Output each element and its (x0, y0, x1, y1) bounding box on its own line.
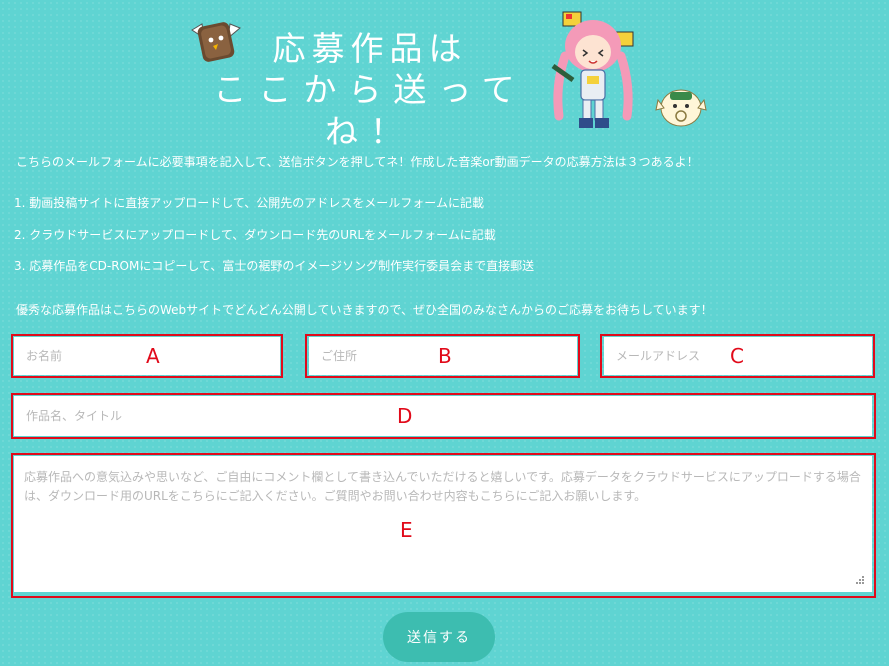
submit-button[interactable]: 送信する (383, 612, 495, 662)
intro-section: こちらのメールフォームに必要事項を記入して、送信ボタンを押してネ！作成した音楽o… (16, 155, 876, 171)
page-title-line2: ここから送ってね！ (213, 70, 527, 151)
owl-mascot-icon (655, 89, 707, 127)
callout-box-e (11, 453, 876, 598)
intro-lead: こちらのメールフォームに必要事項を記入して、送信ボタンを押してネ！作成した音楽o… (16, 155, 699, 169)
callout-box-a (11, 334, 283, 378)
list-item: 2. クラウドサービスにアップロードして、ダウンロード先のURLをメールフォーム… (14, 228, 496, 242)
intro-closing: 優秀な応募作品はこちらのWebサイトでどんどん公開していきますので、ぜひ全国のみ… (16, 303, 713, 317)
hero-header: 応募作品は ここから送ってね！ (0, 0, 889, 152)
callout-box-d (11, 393, 876, 439)
list-item: 3. 応募作品をCD-ROMにコピーして、富士の裾野のイメージソング制作実行委員… (14, 259, 535, 273)
list-item: 1. 動画投稿サイトに直接アップロードして、公開先のアドレスをメールフォームに記… (14, 196, 484, 210)
page-title-line1: 応募作品は (272, 29, 468, 68)
page-title: 応募作品は ここから送ってね！ (190, 28, 550, 152)
character-illustration-icon (551, 11, 634, 128)
callout-box-b (305, 334, 580, 378)
callout-box-c (600, 334, 875, 378)
